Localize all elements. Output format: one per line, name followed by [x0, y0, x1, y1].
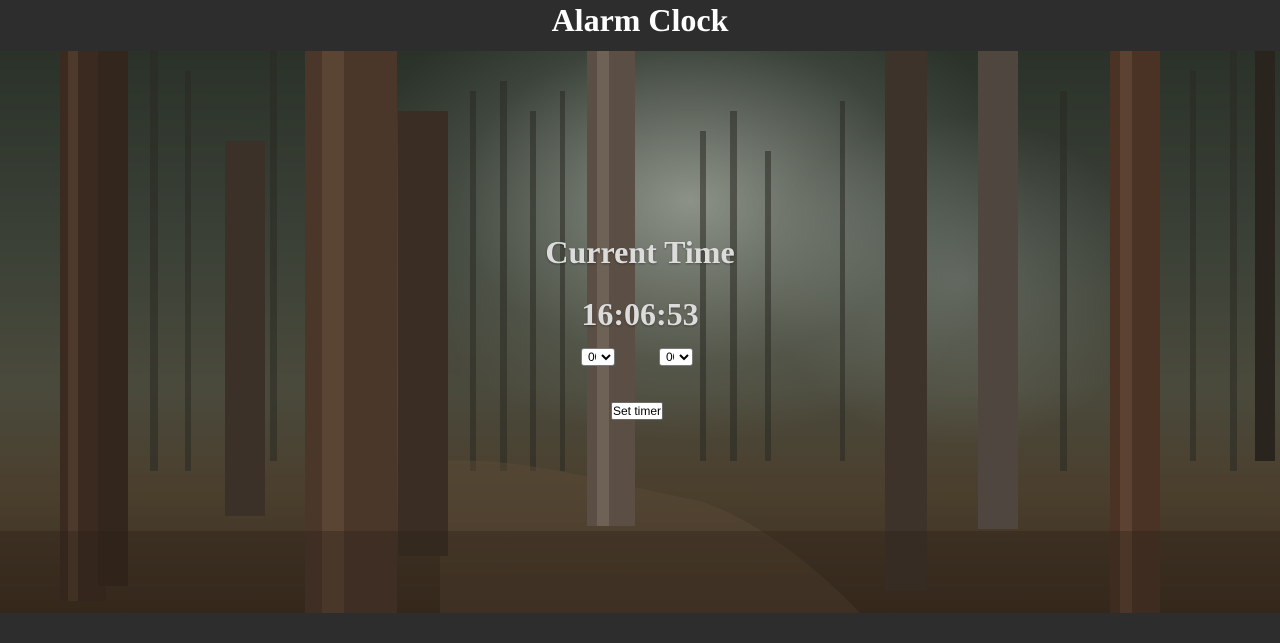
set-timer-button[interactable]: Set timer: [611, 402, 664, 420]
hour-select[interactable]: 00: [581, 348, 615, 366]
app-title: Alarm Clock: [551, 2, 729, 38]
header-bar: Alarm Clock: [0, 0, 1280, 51]
current-time-display: 16:06:53: [581, 296, 699, 332]
clock-panel: Current Time 16:06:53 00 00 Set timer: [440, 232, 840, 420]
alarm-time-selects: 00 00: [440, 348, 840, 368]
footer-bar: [0, 613, 1280, 643]
current-time-heading: Current Time: [545, 234, 735, 270]
minute-select[interactable]: 00: [659, 348, 693, 366]
